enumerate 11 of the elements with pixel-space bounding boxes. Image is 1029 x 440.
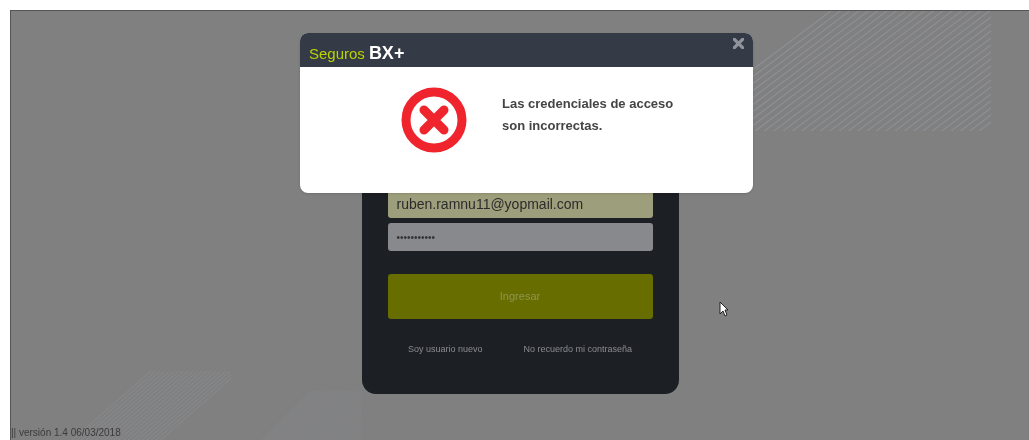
version-label: || versión 1.4 06/03/2018 [11,426,121,440]
text-link[interactable]: Soy usuario nuevo [407,343,483,357]
brand-name: Seguros [309,43,365,64]
error-icon [401,87,467,153]
error-message: Las credenciales de acceso son incorrectas. [502,95,675,135]
close-icon[interactable] [733,38,744,49]
password-field[interactable]: ••••••••••• [387,223,653,251]
text-link[interactable]: No recuerdo mi contraseña [523,343,633,357]
brand-mark: BX+ [368,41,405,65]
cursor-icon [719,301,729,317]
email-field[interactable]: ruben.ramnu11@yopmail.com [387,191,653,218]
